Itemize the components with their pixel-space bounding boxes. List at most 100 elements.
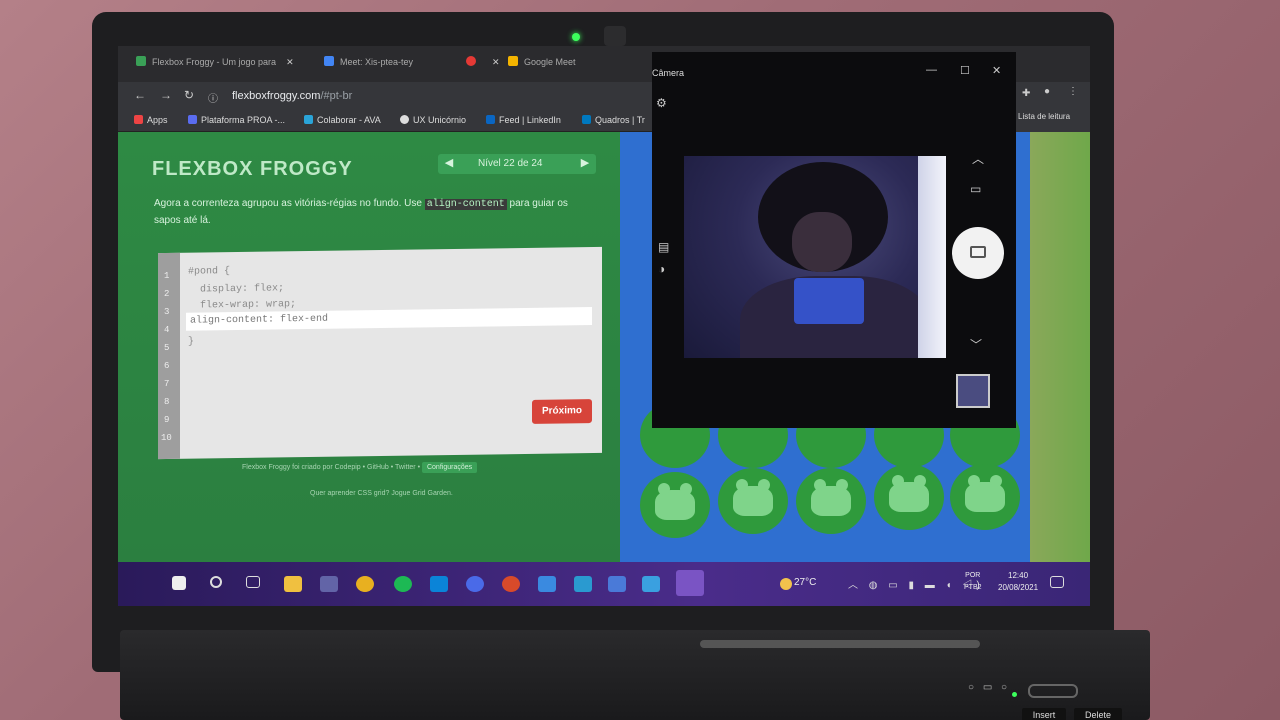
notifications-icon[interactable] xyxy=(1050,576,1064,588)
css-editor: 1 2 3 4 5 6 7 8 9 10 #pond { display: fl… xyxy=(158,246,602,460)
clock-date: 20/08/2021 xyxy=(998,583,1039,592)
answer-text: align-content: flex-end xyxy=(190,313,329,327)
info-icon[interactable]: ⓘ xyxy=(208,90,218,105)
timer-icon[interactable]: ▤ xyxy=(658,240,669,254)
last-photo-thumbnail[interactable] xyxy=(956,374,990,408)
tab-flexbox-froggy[interactable]: Flexbox Froggy - Um jogo para ✕ xyxy=(136,56,294,76)
photos-icon[interactable] xyxy=(574,576,592,592)
person-face xyxy=(792,212,852,272)
bookmark-proa[interactable]: Plataforma PROA -... xyxy=(188,115,285,125)
grid-garden-link[interactable]: Quer aprender CSS grid? Jogue Grid Garde… xyxy=(310,490,453,497)
bookmark-label: Colaborar - AVA xyxy=(317,115,381,125)
tab-google-meet[interactable]: Google Meet xyxy=(508,56,576,76)
settings-button[interactable]: Configurações xyxy=(421,462,478,473)
level-label[interactable]: Nível 22 de 24 xyxy=(478,158,543,169)
level-selector[interactable]: ◀ Nível 22 de 24 ▶ xyxy=(438,154,596,174)
insert-key[interactable]: Insert xyxy=(1022,708,1066,720)
instructions: Agora a correnteza agrupou as vitórias-r… xyxy=(154,196,594,229)
url-host: flexboxfroggy.com xyxy=(232,90,321,102)
lily-pad xyxy=(874,464,944,530)
chrome-icon[interactable] xyxy=(356,576,374,592)
minimize-button[interactable]: — xyxy=(926,64,937,76)
task-view-icon[interactable] xyxy=(246,576,260,588)
tab-recording[interactable]: ✕ xyxy=(466,56,500,76)
forward-icon[interactable]: → xyxy=(160,88,172,102)
tab-label: Meet: Xis-ptea-tey xyxy=(340,57,414,67)
camera-taskbar-icon[interactable] xyxy=(676,570,704,596)
bookmark-ava[interactable]: Colaborar - AVA xyxy=(304,115,381,125)
next-level-arrow-button[interactable]: ▶ xyxy=(576,156,594,172)
weather-icon xyxy=(780,578,792,590)
reading-list-button[interactable]: Lista de leitura xyxy=(1018,112,1070,121)
credits: Flexbox Froggy foi criado por Codepip • … xyxy=(242,462,478,473)
url-field[interactable]: flexboxfroggy.com/#pt-br xyxy=(232,90,352,102)
photo-mode-up-icon[interactable]: ︿ xyxy=(972,150,984,167)
line-number-gutter: 1 2 3 4 5 6 7 8 9 10 xyxy=(158,252,180,460)
store-icon[interactable] xyxy=(642,576,660,592)
mode-down-icon[interactable]: ﹀ xyxy=(970,336,982,353)
line-number: 9 xyxy=(164,414,170,426)
search-icon[interactable] xyxy=(210,576,222,588)
code-line: #pond { xyxy=(188,266,231,278)
vscode-icon[interactable] xyxy=(430,576,448,592)
settings-gear-icon[interactable]: ⚙ xyxy=(656,96,667,110)
notes-icon[interactable] xyxy=(608,576,626,592)
bookmark-label: Apps xyxy=(147,115,168,125)
url-path: /#pt-br xyxy=(320,90,353,102)
instruction-text: Agora a correnteza agrupou as vitórias-r… xyxy=(154,198,422,209)
lily-pad xyxy=(640,472,710,538)
bookmark-label: Quadros | Tr xyxy=(595,115,645,125)
spotify-icon[interactable] xyxy=(394,576,412,592)
teams-icon[interactable] xyxy=(320,576,338,592)
frog-icon xyxy=(965,475,1005,512)
profile-avatar[interactable]: ● xyxy=(1044,86,1050,97)
line-number: 10 xyxy=(161,432,172,444)
file-explorer-icon[interactable] xyxy=(284,576,302,592)
video-app-icon[interactable] xyxy=(538,576,556,592)
bookmark-trello[interactable]: Quadros | Tr xyxy=(582,115,645,125)
line-number: 3 xyxy=(164,306,170,318)
tab-meet[interactable]: Meet: Xis-ptea-tey xyxy=(324,56,413,76)
take-photo-button[interactable] xyxy=(952,227,1004,279)
window-light xyxy=(918,156,946,358)
bookmark-ux-unicornio[interactable]: UX Unicórnio xyxy=(400,115,466,125)
froggy-instructions-panel: FLEXBOX FROGGY ◀ Nível 22 de 24 ▶ Agora … xyxy=(118,132,620,562)
back-icon[interactable]: ← xyxy=(134,88,146,102)
power-button[interactable] xyxy=(1028,684,1078,698)
bookmark-linkedin[interactable]: Feed | LinkedIn xyxy=(486,115,561,125)
prev-level-button[interactable]: ◀ xyxy=(440,156,458,172)
next-button[interactable]: Próximo xyxy=(532,399,592,424)
chrome-profile-icon[interactable] xyxy=(502,576,520,592)
language-indicator[interactable]: POR PTB2 xyxy=(964,570,982,594)
video-mode-icon[interactable]: ▭ xyxy=(970,182,981,196)
camera-preview xyxy=(684,156,946,358)
close-tab-icon[interactable]: ✕ xyxy=(286,57,294,67)
zoom-icon[interactable] xyxy=(466,576,484,592)
google-meet-favicon-icon xyxy=(508,56,518,66)
code-line: flex-wrap: wrap; xyxy=(188,299,297,312)
language-bottom: PTB2 xyxy=(964,584,982,591)
line-number: 4 xyxy=(164,324,170,336)
camera-icon xyxy=(970,246,986,258)
frog-icon xyxy=(889,475,929,512)
maximize-button[interactable]: ☐ xyxy=(960,64,970,77)
close-button[interactable]: ✕ xyxy=(992,64,1001,77)
line-number: 2 xyxy=(164,288,170,300)
code-line: } xyxy=(188,336,195,348)
reload-icon[interactable]: ↻ xyxy=(184,88,194,102)
hdr-icon[interactable]: ◑ xyxy=(658,262,665,276)
trello-icon xyxy=(582,115,591,124)
language-top: POR xyxy=(965,572,981,579)
delete-key[interactable]: Delete xyxy=(1074,708,1122,720)
bookmark-label: UX Unicórnio xyxy=(413,115,467,125)
extensions-icon[interactable]: ✚ xyxy=(1022,88,1030,99)
close-tab-icon[interactable]: ✕ xyxy=(492,57,500,67)
lily-pad xyxy=(950,464,1020,530)
windows-start-icon[interactable] xyxy=(172,576,186,590)
line-number: 1 xyxy=(164,270,170,282)
line-number: 8 xyxy=(164,396,170,408)
game-title: FLEXBOX FROGGY xyxy=(152,158,353,180)
menu-icon[interactable]: ⋮ xyxy=(1068,86,1078,97)
bookmark-apps[interactable]: Apps xyxy=(134,115,168,125)
clock[interactable]: 12:40 20/08/2021 xyxy=(998,570,1038,594)
